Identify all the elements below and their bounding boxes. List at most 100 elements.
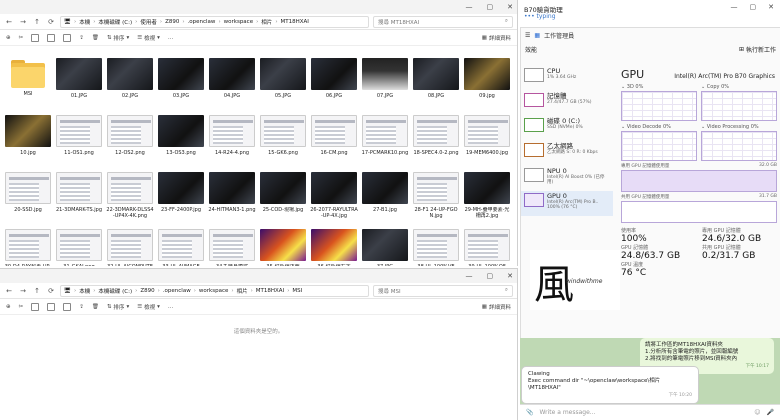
forward-icon[interactable]: →: [18, 18, 28, 26]
breadcrumb-item[interactable]: MT18HXAI: [281, 19, 309, 25]
file-item[interactable]: 14-R24-4.png: [208, 115, 256, 172]
up-icon[interactable]: ↑: [32, 18, 42, 26]
file-item[interactable]: 28-F1 24-UP-FGON.jpg: [412, 172, 460, 229]
file-item[interactable]: 02.JPG: [106, 58, 154, 115]
up-icon[interactable]: ↑: [32, 287, 42, 295]
file-item[interactable]: 12-OS2.png: [106, 115, 154, 172]
file-item[interactable]: 39-UL-100%OF: [463, 229, 511, 266]
minimize-icon[interactable]: —: [466, 272, 473, 280]
cut-icon[interactable]: ✂: [19, 35, 24, 41]
close-icon[interactable]: ✕: [507, 3, 513, 11]
copy-icon[interactable]: [31, 302, 40, 311]
file-item[interactable]: 06.JPG: [310, 58, 358, 115]
file-item[interactable]: 23-FF-2400P.jpg: [157, 172, 205, 229]
message-input[interactable]: Write a message...: [539, 409, 748, 416]
close-icon[interactable]: ✕: [507, 272, 513, 280]
paste-icon[interactable]: [47, 33, 56, 42]
file-item[interactable]: 33-UL-AIIMAGE: [157, 229, 205, 266]
breadcrumb[interactable]: 🖥 › 本機 › 本機磁碟 (C:) › 使用者 › Z890 › .openclaw › worksp…: [60, 15, 369, 28]
resource-item[interactable]: 乙太網路 乙太網路 S: 0 R: 0 Kbps: [521, 141, 613, 166]
new-icon[interactable]: ⊕: [6, 304, 11, 310]
share-icon[interactable]: ⇪: [79, 304, 84, 310]
delete-icon[interactable]: 🗑: [92, 35, 99, 41]
mic-icon[interactable]: 🎤: [767, 409, 774, 416]
delete-icon[interactable]: 🗑: [92, 304, 99, 310]
sort-button[interactable]: ⇅ 排序 ▾: [107, 303, 129, 311]
more-button[interactable]: …: [168, 304, 174, 310]
back-icon[interactable]: ←: [4, 18, 14, 26]
engine-graph-3d[interactable]: ⌄ 3D 0%: [621, 84, 697, 121]
file-item[interactable]: 05.JPG: [259, 58, 307, 115]
file-item[interactable]: 30-D4-RAY超再-UP-4X.jpg: [4, 229, 52, 266]
file-item[interactable]: 19-MEM6400.jpg: [463, 115, 511, 172]
breadcrumb-item[interactable]: 本機磁碟 (C:): [98, 287, 132, 295]
emoji-icon[interactable]: ☺: [754, 409, 760, 416]
file-item[interactable]: 22-3DMARK-DLSS4-UP4X-4K.png: [106, 172, 154, 229]
file-item[interactable]: 29-MH-疊甲要素-光柵再2.jpg: [463, 172, 511, 229]
sort-button[interactable]: ⇅ 排序 ▾: [107, 34, 129, 42]
file-item[interactable]: 27-B1.jpg: [361, 172, 409, 229]
more-button[interactable]: …: [168, 35, 174, 41]
file-item[interactable]: 26-2077-RAYULTRA-UP-4X.jpg: [310, 172, 358, 229]
file-item[interactable]: 38-UL-100%VE: [412, 229, 460, 266]
forward-icon[interactable]: →: [18, 287, 28, 295]
menu-icon[interactable]: ☰: [525, 32, 530, 39]
engine-graph-video-decode[interactable]: ⌄ Video Decode 0%: [621, 124, 697, 161]
maximize-icon[interactable]: ▢: [487, 3, 494, 11]
search-box[interactable]: 搜尋 MT18HXAI ⌕: [373, 15, 513, 28]
refresh-icon[interactable]: ⟳: [46, 287, 56, 295]
file-item[interactable]: 35-紅外線正面: [259, 229, 307, 266]
breadcrumb-item[interactable]: 本機: [79, 287, 90, 295]
file-item[interactable]: 21-3DMARK-TS.jpg: [55, 172, 103, 229]
file-item[interactable]: 37.JPG: [361, 229, 409, 266]
minimize-icon[interactable]: —: [731, 3, 738, 11]
engine-graph-video-processing[interactable]: ⌄ Video Processing 0%: [701, 124, 777, 161]
breadcrumb-item[interactable]: 本機: [79, 18, 90, 26]
file-item[interactable]: 24-HITMAN3-1.png: [208, 172, 256, 229]
paste-icon[interactable]: [47, 302, 56, 311]
file-item[interactable]: 16-CM.png: [310, 115, 358, 172]
breadcrumb-item[interactable]: workspace: [199, 288, 228, 294]
file-item[interactable]: 17-PCMARK10.png: [361, 115, 409, 172]
view-button[interactable]: ☰ 檢視 ▾: [137, 34, 160, 42]
details-button[interactable]: ▦ 詳細資料: [482, 34, 511, 42]
file-item[interactable]: 01.JPG: [55, 58, 103, 115]
view-button[interactable]: ☰ 檢視 ▾: [137, 303, 160, 311]
file-item[interactable]: 20-SSD.jpg: [4, 172, 52, 229]
file-item[interactable]: 08.JPG: [412, 58, 460, 115]
breadcrumb-item[interactable]: Z890: [140, 288, 154, 294]
file-item[interactable]: 03.JPG: [157, 58, 205, 115]
new-icon[interactable]: ⊕: [6, 35, 11, 41]
file-item[interactable]: 32-UL-AICOMPUTER-INTERGER.png: [106, 229, 154, 266]
maximize-icon[interactable]: ▢: [487, 272, 494, 280]
breadcrumb-item[interactable]: MSI: [292, 288, 302, 294]
resource-item[interactable]: NPU 0 Intel(R) AI Boost 0% (已停用): [521, 166, 613, 191]
share-icon[interactable]: ⇪: [79, 35, 84, 41]
breadcrumb[interactable]: 🖥 › 本機 › 本機磁碟 (C:) › Z890 › .openclaw › workspace ›…: [60, 284, 369, 297]
attach-icon[interactable]: 📎: [526, 409, 533, 416]
file-item[interactable]: 36-紅外線右下: [310, 229, 358, 266]
breadcrumb-item[interactable]: 相片: [261, 18, 272, 26]
rename-icon[interactable]: [63, 302, 72, 311]
refresh-icon[interactable]: ⟳: [46, 18, 56, 26]
rename-icon[interactable]: [63, 33, 72, 42]
breadcrumb-item[interactable]: 使用者: [140, 18, 157, 26]
file-item[interactable]: 18-SPEC4.0-2.png: [412, 115, 460, 172]
file-item[interactable]: 34-T-機身模式: [208, 229, 256, 266]
maximize-icon[interactable]: ▢: [750, 3, 757, 11]
file-item[interactable]: 31-GKAI.png: [55, 229, 103, 266]
resource-item[interactable]: 記憶體 27.4/47.7 GB (57%): [521, 91, 613, 116]
folder-item[interactable]: MSI: [4, 58, 52, 115]
breadcrumb-item[interactable]: Z890: [165, 19, 179, 25]
close-icon[interactable]: ✕: [768, 3, 774, 11]
resource-item[interactable]: CPU 1% 3.64 GHz: [521, 66, 613, 91]
file-item[interactable]: 15-GK6.png: [259, 115, 307, 172]
breadcrumb-item[interactable]: .openclaw: [163, 288, 191, 294]
file-item[interactable]: 10.jpg: [4, 115, 52, 172]
run-new-task-button[interactable]: ⊞ 執行新工作: [739, 45, 776, 54]
cut-icon[interactable]: ✂: [19, 304, 24, 310]
breadcrumb-item[interactable]: workspace: [224, 19, 253, 25]
incoming-message[interactable]: Clawing Exec command dir "~\openclaw\wor…: [521, 366, 699, 404]
breadcrumb-item[interactable]: 本機磁碟 (C:): [98, 18, 132, 26]
details-button[interactable]: ▦ 詳細資料: [482, 303, 511, 311]
